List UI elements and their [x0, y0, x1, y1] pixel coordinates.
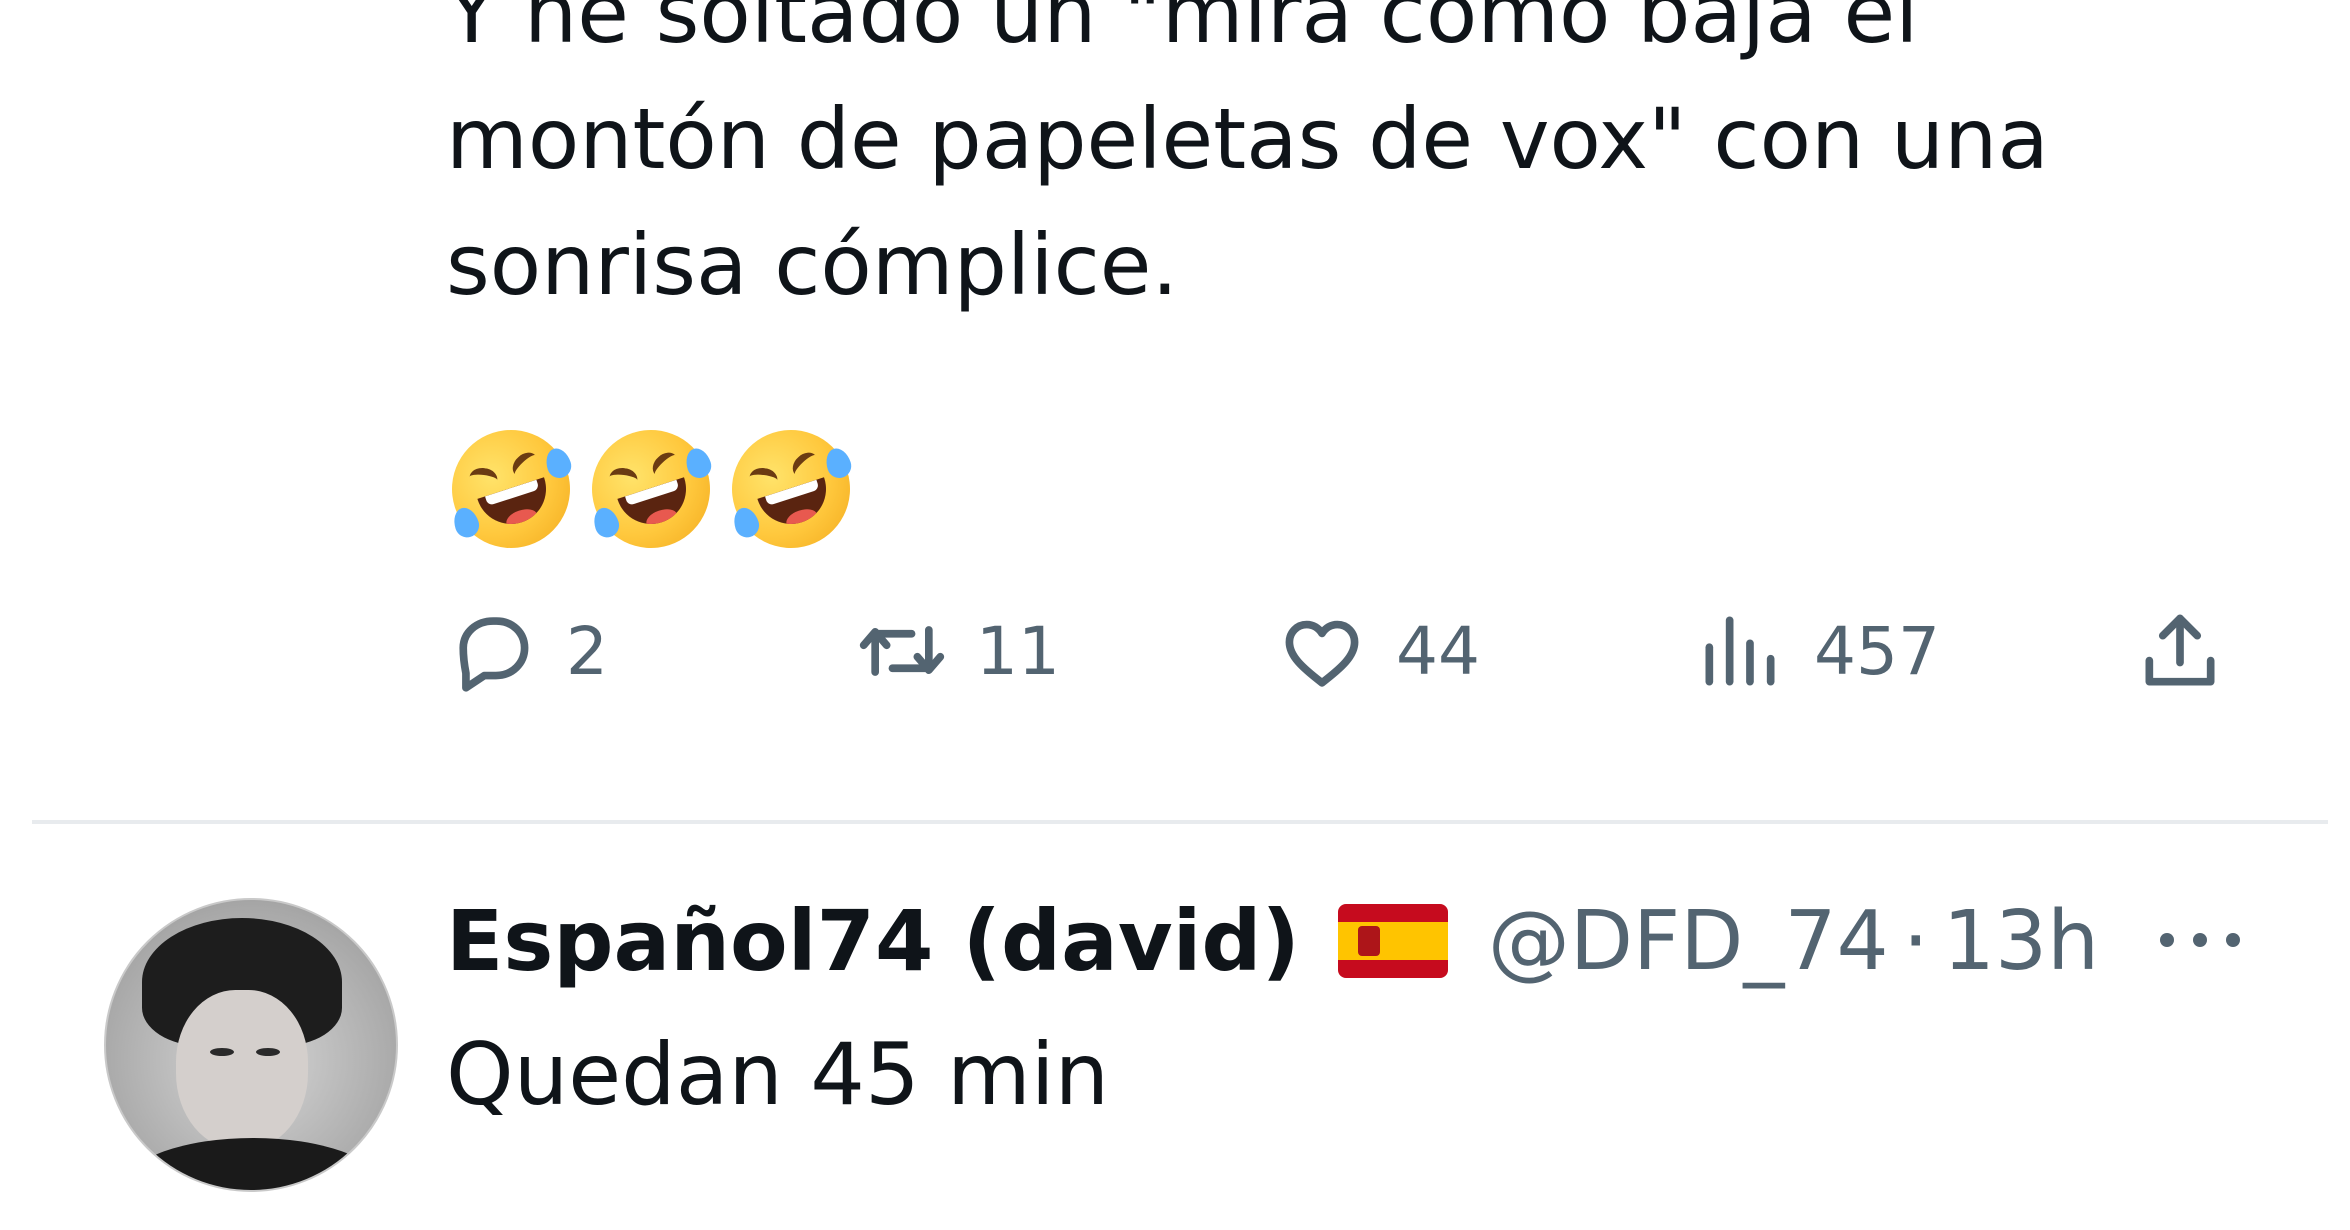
reply-text: Quedan 45 min: [446, 1025, 1110, 1125]
tweet-text-line: Y he soltado un "mira como baja el: [446, 0, 1919, 62]
timestamp[interactable]: 13h: [1943, 894, 2099, 989]
like-button[interactable]: 44: [1276, 596, 1480, 706]
reply-icon: [459, 617, 529, 692]
share-icon: [2145, 614, 2215, 686]
rolling-laughing-emoji-icon: [576, 414, 726, 564]
retweet-icon: [859, 626, 945, 676]
divider: [32, 820, 2328, 824]
retweet-button[interactable]: 11: [856, 596, 1060, 706]
user-handle[interactable]: @DFD_74: [1488, 894, 1889, 989]
avatar[interactable]: [104, 898, 398, 1192]
share-button[interactable]: [2134, 596, 2226, 706]
tweet-text-line: sonrisa cómplice.: [446, 216, 1179, 314]
rolling-laughing-emoji-icon: [436, 414, 586, 564]
separator-dot: ·: [1902, 893, 1929, 989]
display-name[interactable]: Español74 (david): [446, 892, 1300, 990]
reply-count: 2: [566, 612, 608, 690]
spain-flag-icon: [1337, 904, 1448, 978]
retweet-count: 11: [976, 612, 1060, 690]
analytics-icon: [1705, 616, 1775, 686]
tweet-text-line: montón de papeletas de vox" con una: [446, 90, 2049, 188]
like-count: 44: [1396, 612, 1480, 690]
views-button[interactable]: 457: [1694, 596, 1940, 706]
rolling-laughing-emoji-icon: [716, 414, 866, 564]
views-count: 457: [1814, 612, 1940, 690]
reply-header: Español74 (david) @DFD_74 · 13h: [446, 876, 2099, 1006]
heart-icon: [1285, 620, 1359, 687]
tweet-actions-bar: 2 11 44 457: [446, 596, 2236, 706]
reply-button[interactable]: 2: [446, 596, 608, 706]
more-options-button[interactable]: [2150, 900, 2250, 980]
tweet-text: Y he soltado un "mira como baja el montó…: [446, 0, 2126, 328]
emoji-row: [436, 414, 866, 564]
more-horizontal-icon: [2160, 933, 2240, 947]
